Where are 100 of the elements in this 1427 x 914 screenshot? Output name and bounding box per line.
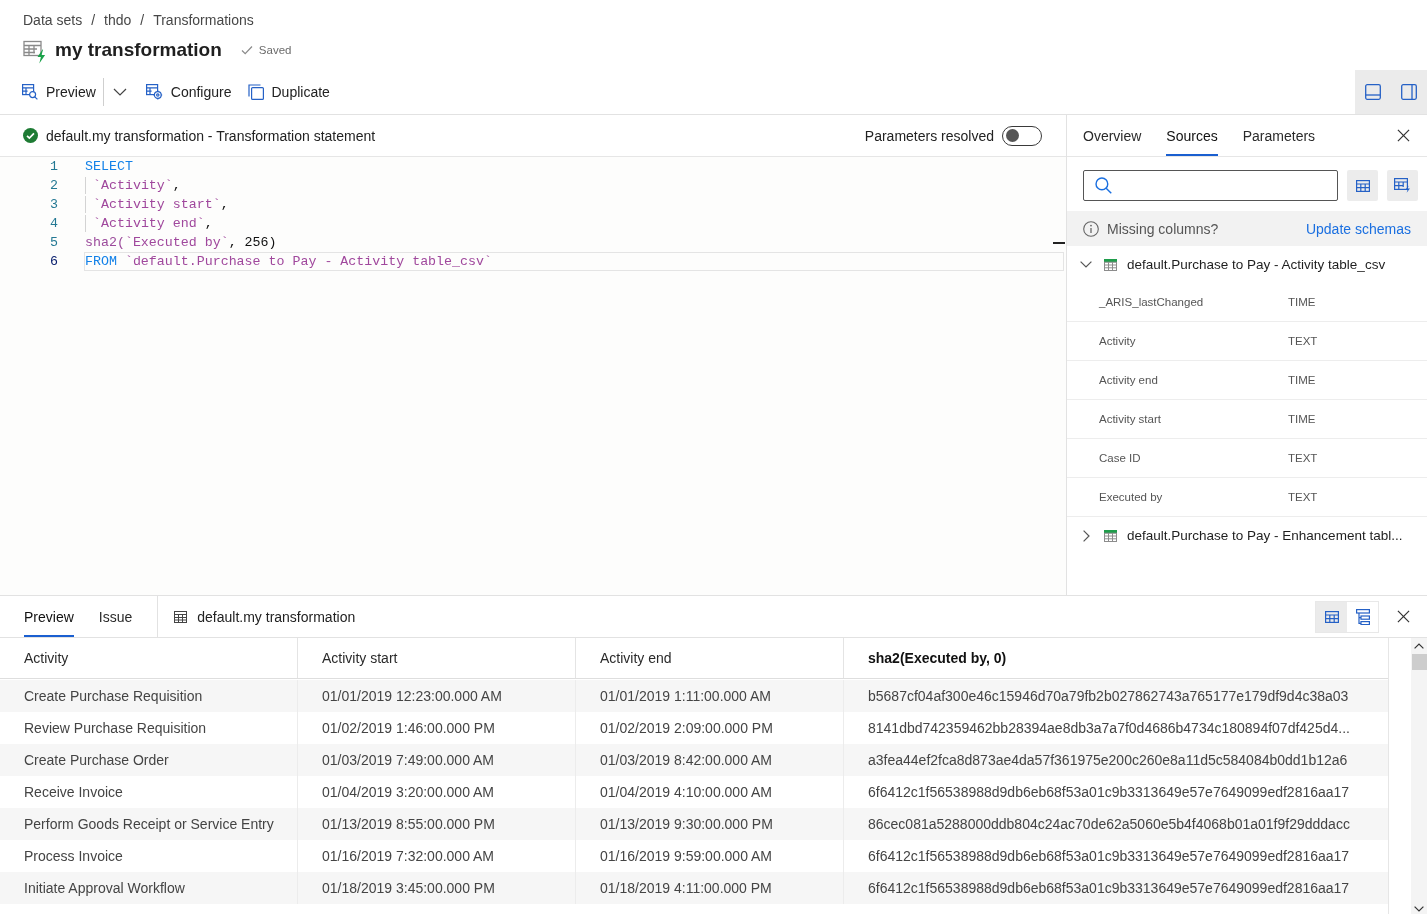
column-name: Case ID xyxy=(1099,452,1142,464)
breadcrumb-link[interactable]: thdo xyxy=(104,12,132,28)
table-cell: 01/13/2019 9:30:00.000 PM xyxy=(576,808,844,840)
table-cell: Perform Goods Receipt or Service Entry xyxy=(0,808,298,840)
panel-tab[interactable]: Issue xyxy=(98,596,133,637)
toggle-switch[interactable] xyxy=(1002,125,1042,146)
line-number: 3 xyxy=(49,196,58,214)
ruler-marker-icon xyxy=(1053,242,1065,244)
update-schemas-link[interactable]: Update schemas xyxy=(1305,220,1411,237)
line-number: 4 xyxy=(49,215,58,233)
bottom-panel-icon xyxy=(1365,84,1381,100)
search-field[interactable] xyxy=(1083,170,1338,201)
check-icon xyxy=(240,45,253,55)
notice-text: Missing columns? xyxy=(1107,220,1219,237)
close-icon xyxy=(1396,129,1410,142)
code-line: `Activity start`, xyxy=(85,196,229,213)
table-cell: 01/03/2019 7:49:00.000 AM xyxy=(298,744,576,776)
column-type: TEXT xyxy=(1288,491,1318,503)
column-name: Activity start xyxy=(1099,413,1162,425)
table-cell: 01/01/2019 1:11:00.000 AM xyxy=(576,680,844,712)
table-bolt-icon xyxy=(1394,178,1411,193)
table-cell-text: 6f6412c1f56538988d9db6eb68f53a01c9b3313649e57e7649099edf2816aa17 xyxy=(867,783,1351,802)
copy-icon xyxy=(247,84,264,100)
panel-tab[interactable]: Overview xyxy=(1083,115,1142,156)
table-cell: Initiate Approval Workflow xyxy=(0,872,298,904)
table-lightning-icon xyxy=(23,40,47,64)
column-type: TEXT xyxy=(1288,452,1318,464)
info-icon xyxy=(1083,220,1099,237)
table-cell-text: 8141dbd742359462bb28394ae8db3a7a7f0d4686b4734c180894f07df425d4... xyxy=(867,719,1351,738)
table-search-icon xyxy=(22,84,38,100)
chevron-down-icon[interactable] xyxy=(1080,261,1092,268)
line-number: 5 xyxy=(49,234,58,252)
table-cell-text: 86cec081a5288000ddb804c24ac70de62a5060e5b4f4068b01a01f9f29dddacc xyxy=(867,815,1351,834)
caret-icon xyxy=(112,88,127,96)
chevron-right-icon[interactable] xyxy=(1083,529,1090,542)
panel-tab[interactable]: Sources xyxy=(1166,115,1218,156)
code-line: FROM `default.Purchase to Pay - Activity table_csv` xyxy=(85,253,492,270)
table-icon xyxy=(1355,179,1370,192)
side-panel-button[interactable] xyxy=(1391,70,1427,114)
line-number: 2 xyxy=(49,177,58,195)
parameters-resolved-label: Parameters resolved xyxy=(864,127,994,144)
table-bolt-button[interactable] xyxy=(1387,170,1418,201)
breadcrumb-link[interactable]: Data sets xyxy=(23,12,83,28)
page-title: my transformation xyxy=(55,39,222,61)
scroll-up-icon[interactable] xyxy=(1414,643,1424,649)
line-number: 6 xyxy=(49,253,58,271)
save-status: Saved xyxy=(258,44,292,56)
table-cell-text: 6f6412c1f56538988d9db6eb68f53a01c9b3313649e57e7649099edf2816aa17 xyxy=(867,879,1351,898)
code-line: `Activity end`, xyxy=(85,215,213,232)
result-name: default.my transformation xyxy=(197,608,356,625)
column-name: _ARIS_lastChanged xyxy=(1099,296,1205,308)
table-gear-icon xyxy=(145,84,163,100)
column-type: TIME xyxy=(1288,413,1316,425)
table-cell-text: 6f6412c1f56538988d9db6eb68f53a01c9b3313649e57e7649099edf2816aa17 xyxy=(867,847,1351,866)
column-header[interactable]: sha2(Executed by, 0) xyxy=(844,638,1387,678)
table-cell: Create Purchase Requisition xyxy=(0,680,298,712)
close-icon xyxy=(1396,610,1410,623)
breadcrumb-separator: / xyxy=(91,12,96,28)
column-name: Activity end xyxy=(1099,374,1159,386)
side-panel-icon xyxy=(1401,84,1417,100)
column-name: Executed by xyxy=(1099,491,1164,503)
column-header[interactable]: Activity xyxy=(0,638,298,678)
line-number: 1 xyxy=(49,158,58,176)
table-cell-text: b5687cf04af300e46c15946d70a79fb2b027862743a765177e179df9d4c38a03 xyxy=(867,687,1350,706)
table-button[interactable] xyxy=(1347,170,1378,201)
source-name[interactable]: default.Purchase to Pay - Activity table_csv xyxy=(1127,257,1386,272)
table-cell: 01/01/2019 12:23:00.000 AM xyxy=(298,680,576,712)
table-cell: Create Purchase Order xyxy=(0,744,298,776)
duplicate-button[interactable]: Duplicate xyxy=(247,78,330,106)
table-cell: 01/18/2019 4:11:00.000 PM xyxy=(576,872,844,904)
panel-tab[interactable]: Parameters xyxy=(1242,115,1316,156)
search-icon xyxy=(1095,177,1112,194)
code-line: SELECT xyxy=(85,158,133,175)
source-name[interactable]: default.Purchase to Pay - Enhancement tabl... xyxy=(1127,528,1403,543)
column-name: Activity xyxy=(1099,335,1137,347)
code-line: `Activity`, xyxy=(85,177,181,194)
code-line: sha2(`Executed by`, 256) xyxy=(85,234,277,251)
scroll-down-icon[interactable] xyxy=(1414,906,1424,912)
bottom-panel-button[interactable] xyxy=(1355,70,1391,114)
column-type: TIME xyxy=(1288,374,1316,386)
configure-button[interactable]: Configure xyxy=(145,78,232,106)
breadcrumb-link[interactable]: Transformations xyxy=(153,12,254,28)
column-header[interactable]: Activity end xyxy=(576,638,844,678)
panel-tab[interactable]: Preview xyxy=(24,596,74,637)
scroll-thumb[interactable] xyxy=(1411,654,1427,670)
table-cell: 01/03/2019 8:42:00.000 AM xyxy=(576,744,844,776)
tree-list-icon xyxy=(1355,608,1370,625)
breadcrumb-separator: / xyxy=(140,12,145,28)
table-cell: 01/13/2019 8:55:00.000 PM xyxy=(298,808,576,840)
column-type: TIME xyxy=(1288,296,1316,308)
table-icon xyxy=(1104,258,1117,271)
column-header[interactable]: Activity start xyxy=(298,638,576,678)
table-view-button[interactable] xyxy=(1316,601,1347,632)
statement-title: default.my transformation - Transformation statement xyxy=(46,127,376,144)
preview-button[interactable]: Preview xyxy=(22,78,96,106)
column-type: TEXT xyxy=(1288,335,1318,347)
table-icon xyxy=(1104,529,1117,542)
scrollbar[interactable] xyxy=(1411,638,1427,914)
table-cell: 01/18/2019 3:45:00.000 PM xyxy=(298,872,576,904)
table-cell-text: a3fea44ef2fca8d873ae4da57f361975e200c260e8a11d5c584084b0dd1b12a6 xyxy=(867,751,1349,770)
